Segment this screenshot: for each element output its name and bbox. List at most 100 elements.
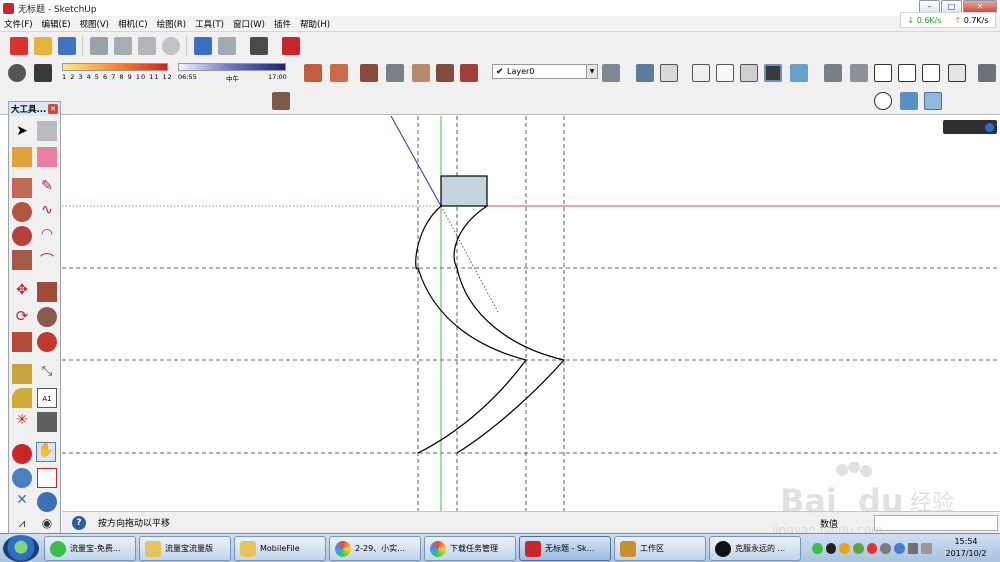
taskbar-item[interactable]: 克服永远的 ... [709, 536, 801, 561]
hidden-line-icon[interactable] [716, 64, 734, 82]
menu-file[interactable]: 文件(F) [4, 18, 33, 30]
menu-edit[interactable]: 编辑(E) [42, 18, 71, 30]
menu-camera[interactable]: 相机(C) [118, 18, 148, 30]
start-button[interactable] [3, 535, 39, 562]
3d-text-icon[interactable] [37, 412, 57, 432]
monochrome-icon[interactable] [790, 64, 808, 82]
month-slider[interactable] [62, 63, 168, 71]
save-icon[interactable] [58, 37, 76, 55]
display-shadows-icon[interactable] [34, 64, 52, 82]
polygon-icon[interactable] [12, 226, 32, 246]
measurements-input[interactable] [874, 515, 998, 531]
menu-tools[interactable]: 工具(T) [195, 18, 224, 30]
iso-view-icon[interactable] [824, 64, 842, 82]
xray-style-icon[interactable] [636, 64, 654, 82]
bottom-view-icon[interactable] [978, 64, 996, 82]
walk-icon[interactable] [900, 92, 918, 110]
rectangle-icon[interactable] [12, 178, 32, 198]
volume-icon[interactable] [921, 543, 933, 554]
back-view-icon[interactable] [922, 64, 940, 82]
shaded-textures-icon[interactable] [764, 64, 782, 82]
zoom-icon[interactable] [12, 468, 32, 488]
section-fill-icon[interactable] [330, 64, 348, 82]
time-slider[interactable] [178, 63, 286, 71]
tray-icon[interactable] [894, 543, 905, 554]
new-file-icon[interactable] [10, 37, 28, 55]
redo-icon[interactable] [218, 37, 236, 55]
top-view-icon[interactable] [850, 64, 868, 82]
rectangle-face[interactable] [440, 175, 488, 207]
copy-icon[interactable] [114, 37, 132, 55]
orbit-icon[interactable] [12, 444, 32, 464]
menu-window[interactable]: 窗口(W) [233, 18, 265, 30]
drawing-area[interactable] [62, 116, 1000, 511]
line-pencil-icon[interactable]: ✎ [37, 178, 57, 198]
tape-measure-icon[interactable] [12, 364, 32, 384]
previous-view-icon[interactable] [37, 492, 57, 512]
follow-me-icon[interactable] [386, 64, 404, 82]
right-view-icon[interactable] [898, 64, 916, 82]
help-question-icon[interactable]: ? [72, 515, 86, 530]
layer-manager-icon[interactable] [602, 64, 620, 82]
scale-icon[interactable] [12, 332, 32, 352]
section-plane-icon[interactable] [304, 64, 322, 82]
dimension-icon[interactable]: ⤡ [37, 364, 57, 384]
help-circle-icon[interactable] [985, 122, 994, 132]
protractor-icon[interactable] [12, 388, 32, 408]
qq-tray-icon[interactable] [825, 543, 837, 554]
circle-icon[interactable] [12, 202, 32, 222]
freehand-icon[interactable]: ∿ [37, 202, 57, 222]
look-around-icon[interactable] [924, 92, 942, 110]
erase-icon[interactable] [162, 37, 180, 55]
taskbar-item[interactable]: MobileFile [234, 536, 326, 561]
taskbar-item[interactable]: 下载任务管理 [424, 536, 516, 561]
make-component-icon[interactable] [37, 121, 57, 141]
menu-draw[interactable]: 绘图(R) [157, 18, 187, 30]
arc-icon[interactable]: ◠ [37, 226, 57, 246]
offset-icon[interactable] [37, 332, 57, 352]
zoom-window-icon[interactable] [37, 468, 57, 488]
viewport-options[interactable] [943, 120, 997, 134]
menu-view[interactable]: 视图(V) [80, 18, 109, 30]
model-info-icon[interactable] [282, 37, 300, 55]
taskbar-item[interactable]: 工作区 [614, 536, 706, 561]
system-clock[interactable]: 15:54 2017/10/2 [935, 536, 997, 560]
outer-curve[interactable] [415, 205, 528, 454]
stamp-icon[interactable] [460, 64, 478, 82]
menu-help[interactable]: 帮助(H) [300, 18, 330, 30]
position-camera-icon[interactable] [874, 92, 892, 110]
move-icon[interactable]: ✥ [12, 282, 32, 302]
menu-plugins[interactable]: 插件 [274, 18, 291, 30]
shadow-settings-icon[interactable] [8, 64, 26, 82]
sandbox-icon[interactable] [412, 64, 430, 82]
back-edges-icon[interactable] [660, 64, 678, 82]
rotate-icon[interactable]: ⟳ [12, 307, 32, 327]
text-label-icon[interactable]: A1 [37, 388, 57, 408]
taskbar-item[interactable]: 流量宝-免费... [44, 536, 136, 561]
sandbox-tool-icon[interactable] [272, 92, 290, 110]
taskbar-item[interactable]: 2-29、小实... [329, 536, 421, 561]
network-signal-icon[interactable] [907, 543, 919, 554]
open-folder-icon[interactable] [34, 37, 52, 55]
axes-icon[interactable]: ✳ [12, 412, 32, 432]
front-view-icon[interactable] [874, 64, 892, 82]
follow-me-tool-icon[interactable] [37, 307, 57, 327]
tray-icon[interactable] [839, 543, 851, 554]
shaded-icon[interactable] [740, 64, 758, 82]
two-point-arc-icon[interactable]: ⌒ [37, 250, 57, 270]
left-view-icon[interactable] [948, 64, 966, 82]
layer-dropdown[interactable]: ✔ Layer0 ▼ [492, 64, 598, 79]
chevron-down-icon[interactable]: ▼ [586, 65, 597, 78]
push-pull-icon[interactable] [360, 64, 378, 82]
tray-icon[interactable] [866, 543, 878, 554]
paint-bucket-icon[interactable] [12, 147, 32, 167]
select-arrow-icon[interactable]: ➤ [12, 121, 32, 141]
eraser-icon[interactable] [37, 147, 57, 167]
pan-hand-icon[interactable]: ✋ [36, 442, 56, 462]
zoom-extents-icon[interactable]: ✕ [12, 492, 32, 512]
pie-icon[interactable] [12, 250, 32, 270]
tray-icon[interactable] [812, 543, 823, 554]
wireframe-icon[interactable] [692, 64, 710, 82]
inner-curve[interactable] [453, 205, 566, 454]
tray-icon[interactable] [853, 543, 864, 554]
